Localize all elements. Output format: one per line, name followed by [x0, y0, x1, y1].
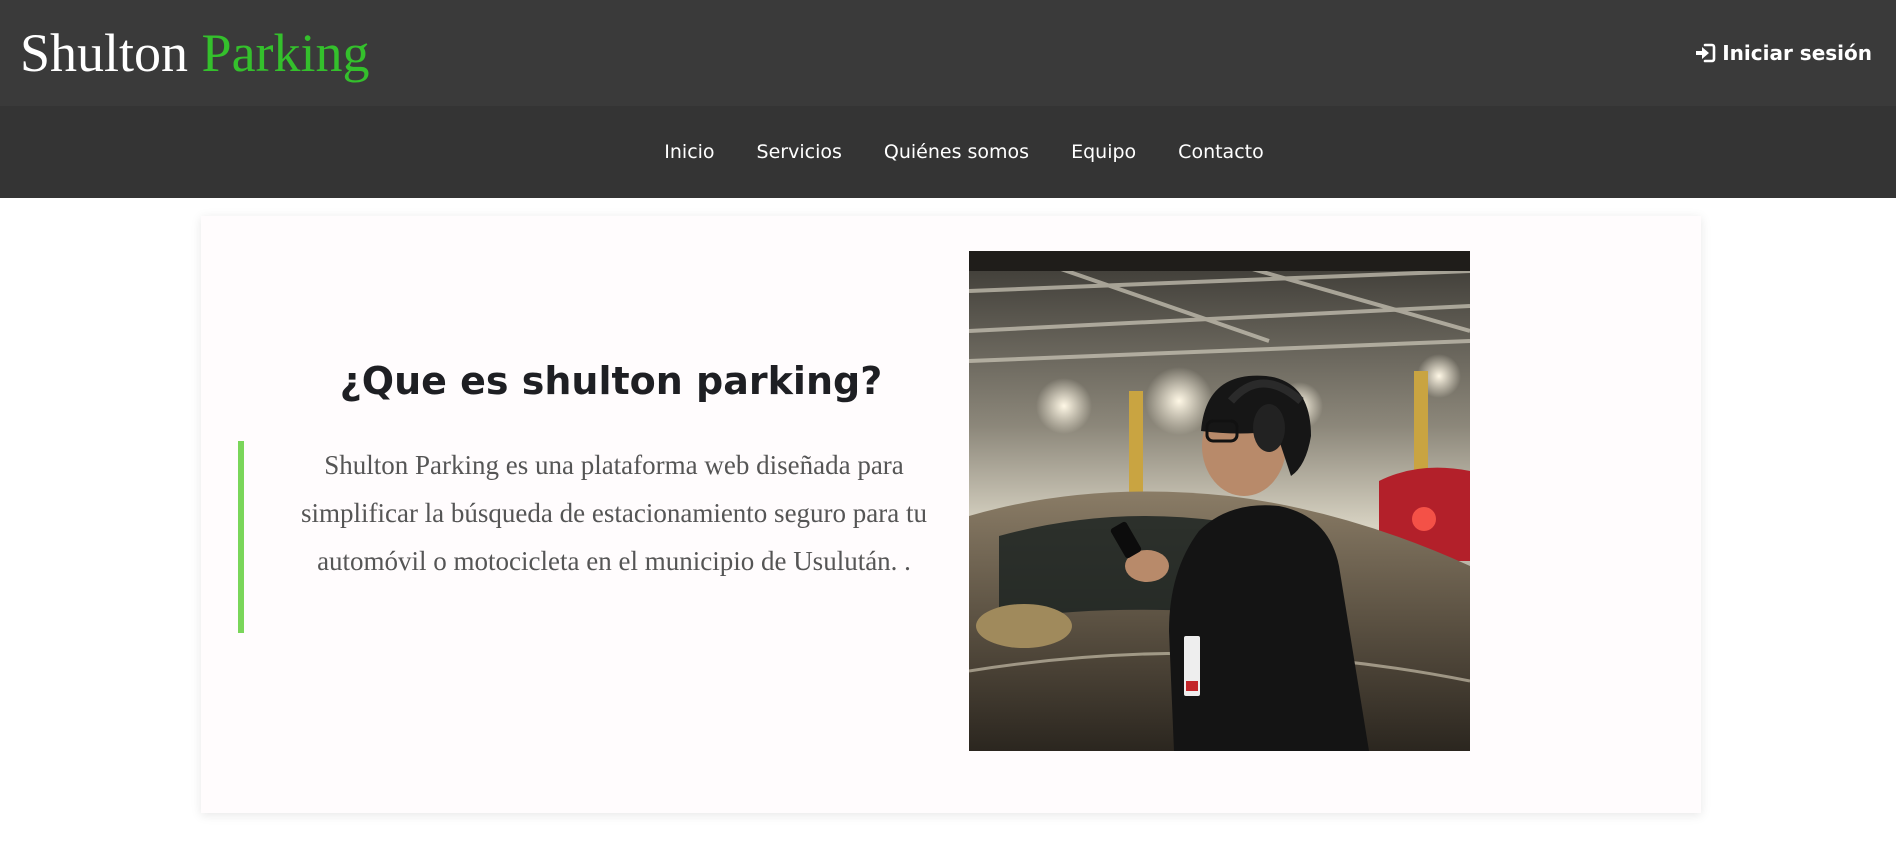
nav-item-inicio[interactable]: Inicio — [643, 141, 735, 163]
login-button[interactable]: Iniciar sesión — [1694, 38, 1872, 68]
parking-photo — [969, 251, 1470, 751]
nav-item-contacto[interactable]: Contacto — [1157, 141, 1285, 163]
logo-text-accent: Parking — [201, 23, 370, 83]
main-navigation: Inicio Servicios Quiénes somos Equipo Co… — [0, 106, 1896, 198]
login-label: Iniciar sesión — [1722, 41, 1872, 65]
logo-text-primary: Shulton — [20, 23, 189, 83]
about-description: Shulton Parking es una plataforma web di… — [300, 450, 928, 576]
top-header: Shulton Parking Iniciar sesión — [0, 0, 1896, 106]
site-logo[interactable]: Shulton Parking — [20, 18, 370, 88]
sign-in-icon — [1694, 43, 1716, 63]
nav-item-servicios[interactable]: Servicios — [736, 141, 863, 163]
nav-item-equipo[interactable]: Equipo — [1050, 141, 1157, 163]
nav-item-quienes-somos[interactable]: Quiénes somos — [863, 141, 1050, 163]
about-card: ¿Que es shulton parking? Shulton Parking… — [201, 216, 1701, 813]
about-title: ¿Que es shulton parking? — [339, 359, 883, 403]
about-quote: Shulton Parking es una plataforma web di… — [238, 441, 938, 633]
